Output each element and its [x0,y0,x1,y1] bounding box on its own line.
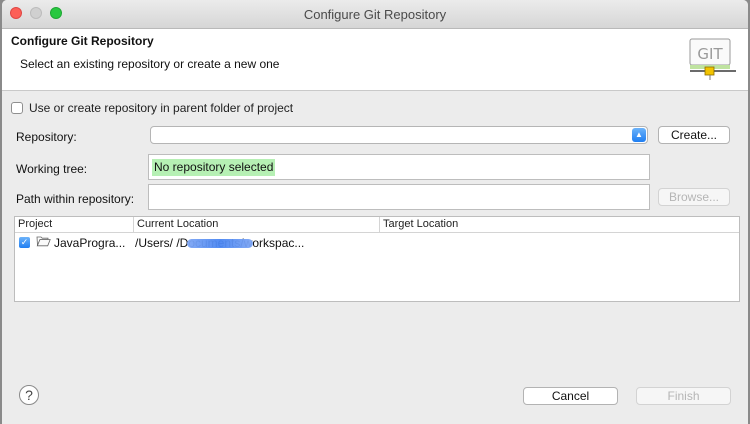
cancel-button[interactable]: Cancel [523,387,618,405]
repository-label: Repository: [16,130,77,144]
create-button[interactable]: Create... [658,126,730,144]
parent-folder-checkbox[interactable] [11,102,23,114]
redacted-username [187,239,253,248]
git-icon: GIT [689,38,736,80]
working-tree-label: Working tree: [16,162,88,176]
configure-git-dialog: Configure Git Repository Configure Git R… [2,0,748,424]
row-project-name: JavaProgra... [54,236,126,250]
window-title: Configure Git Repository [303,7,447,22]
path-input[interactable] [148,184,650,210]
project-table[interactable]: Project Current Location Target Location… [14,216,740,302]
open-folder-icon [36,236,51,247]
parent-folder-option[interactable]: Use or create repository in parent folde… [11,101,293,115]
row-checkbox-checked-icon[interactable]: ✓ [19,237,30,248]
column-header-current-location[interactable]: Current Location [134,217,380,232]
column-header-project[interactable]: Project [15,217,134,232]
git-icon-text: GIT [697,45,723,63]
column-header-target-location[interactable]: Target Location [380,217,739,232]
table-header-divider [15,232,739,233]
help-button[interactable]: ? [19,385,39,405]
dialog-header: Configure Git Repository Select an exist… [2,29,748,91]
working-tree-value: No repository selected [152,159,276,176]
browse-button: Browse... [658,188,730,206]
header-title: Configure Git Repository [11,34,154,48]
finish-button: Finish [636,387,731,405]
header-subtitle: Select an existing repository or create … [20,57,280,71]
repository-select[interactable]: ▲︎ [150,126,648,144]
parent-folder-label: Use or create repository in parent folde… [29,101,294,115]
help-icon: ? [25,387,33,403]
table-row[interactable]: ✓ JavaProgra... /Users/ /Documents/works… [15,234,739,252]
title-bar[interactable]: Configure Git Repository [2,0,748,29]
chevron-updown-icon[interactable]: ▲︎ [632,128,646,142]
path-label: Path within repository: [16,192,135,206]
working-tree-field: No repository selected [148,154,650,180]
